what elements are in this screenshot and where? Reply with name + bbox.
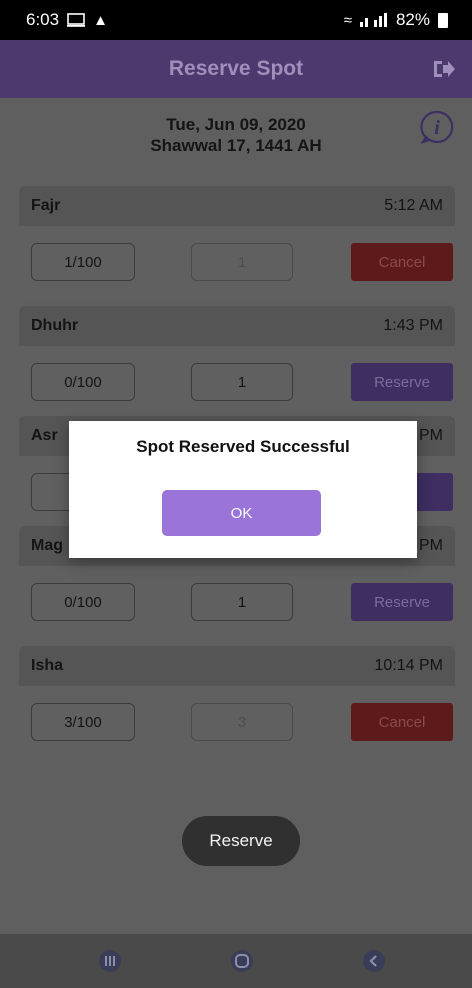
- prayer-name: Dhuhr: [31, 317, 79, 334]
- cancel-button[interactable]: Cancel: [351, 703, 453, 741]
- cast-icon: [67, 13, 86, 27]
- hijri-date: Shawwal 17, 1441 AH: [150, 136, 322, 155]
- app-bar: Reserve Spot: [0, 40, 472, 98]
- card-body: 0/100 1 Reserve: [19, 346, 455, 420]
- quantity-field[interactable]: 1: [191, 363, 293, 401]
- wifi-icon: ≈: [343, 11, 352, 29]
- system-nav-bar: [0, 934, 472, 988]
- page-title: Reserve Spot: [168, 57, 304, 80]
- info-icon[interactable]: i: [420, 110, 454, 144]
- battery-icon: [438, 12, 448, 28]
- prayer-time: PM: [419, 537, 443, 554]
- card-body: 1/100 1 Cancel: [19, 226, 455, 300]
- logout-icon[interactable]: [432, 58, 456, 80]
- notification-icon: ▲: [93, 11, 108, 29]
- spots-count: 0/100: [31, 583, 135, 621]
- spots-count: 3/100: [31, 703, 135, 741]
- cancel-button[interactable]: Cancel: [351, 243, 453, 281]
- date-block: Tue, Jun 09, 2020 Shawwal 17, 1441 AH: [0, 114, 472, 156]
- back-icon[interactable]: [362, 949, 386, 973]
- ok-button[interactable]: OK: [162, 490, 321, 536]
- prayer-name: Asr: [31, 427, 58, 444]
- home-icon[interactable]: [230, 949, 254, 973]
- prayer-time: PM: [419, 427, 443, 444]
- card-header: Isha 10:14 PM: [19, 646, 455, 686]
- status-bar: 6:03 ▲ ≈ 82%: [0, 0, 472, 40]
- prayer-name: Fajr: [31, 197, 61, 214]
- quantity-field: 3: [191, 703, 293, 741]
- success-dialog: Spot Reserved Successful OK: [69, 421, 417, 558]
- quantity-field: 1: [191, 243, 293, 281]
- status-left: 6:03 ▲: [26, 10, 108, 30]
- status-right: ≈ 82%: [344, 10, 448, 30]
- recent-apps-icon[interactable]: [98, 949, 122, 973]
- reserve-button[interactable]: Reserve: [351, 583, 453, 621]
- prayer-card-isha: Isha 10:14 PM 3/100 3 Cancel: [19, 646, 455, 760]
- prayer-card-fajr: Fajr 5:12 AM 1/100 1 Cancel: [19, 186, 455, 300]
- card-body: 3/100 3 Cancel: [19, 686, 455, 760]
- reserve-submit-button[interactable]: Reserve: [182, 816, 300, 866]
- signal-icon: [359, 13, 387, 27]
- svg-text:i: i: [434, 117, 440, 139]
- prayer-time: 1:43 PM: [383, 317, 443, 334]
- spots-count: 1/100: [31, 243, 135, 281]
- prayer-name: Mag: [31, 537, 63, 554]
- status-time: 6:03: [26, 10, 60, 29]
- quantity-field[interactable]: 1: [191, 583, 293, 621]
- dialog-message: Spot Reserved Successful: [136, 437, 350, 456]
- battery-level: 82%: [395, 10, 430, 29]
- prayer-name: Isha: [31, 657, 64, 674]
- gregorian-date: Tue, Jun 09, 2020: [166, 115, 306, 134]
- reserve-button[interactable]: Reserve: [351, 363, 453, 401]
- spots-count: 0/100: [31, 363, 135, 401]
- card-body: 0/100 1 Reserve: [19, 566, 455, 640]
- card-header: Fajr 5:12 AM: [19, 186, 455, 226]
- prayer-time: 10:14 PM: [374, 657, 443, 674]
- prayer-time: 5:12 AM: [384, 197, 443, 214]
- prayer-card-dhuhr: Dhuhr 1:43 PM 0/100 1 Reserve: [19, 306, 455, 420]
- card-header: Dhuhr 1:43 PM: [19, 306, 455, 346]
